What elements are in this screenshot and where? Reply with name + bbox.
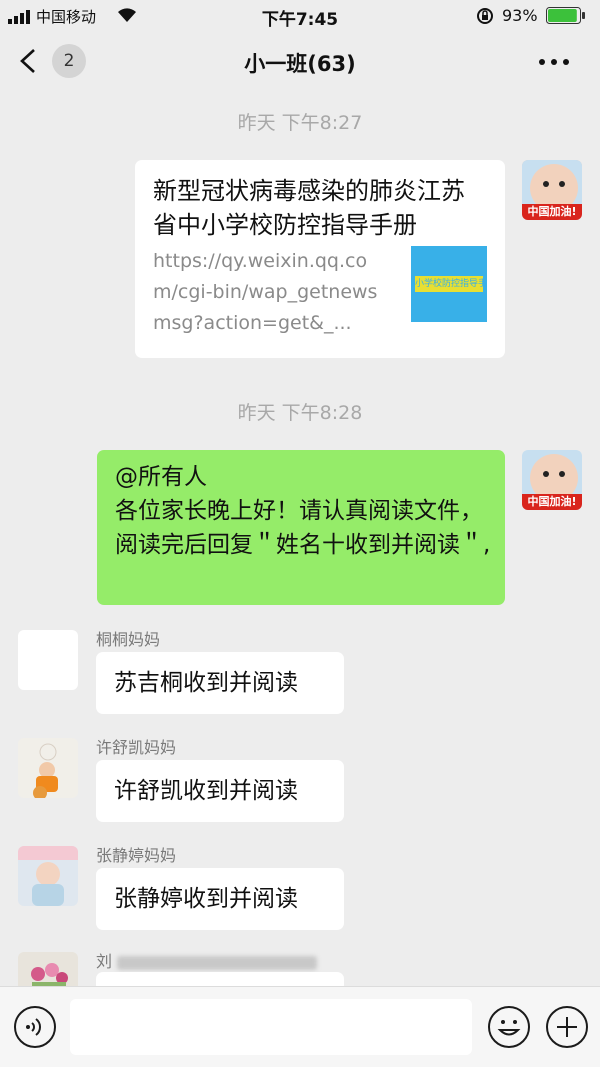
reply-text: 张静婷收到并阅读 <box>114 886 298 912</box>
avatar-caption: 中国加油! <box>527 495 577 508</box>
announcement-message[interactable]: @所有人 各位家长晚上好！请认真阅读文件，阅读完后回复＂姓名十收到并阅读＂, <box>97 450 505 605</box>
more-dots-icon <box>539 59 569 65</box>
battery-percent: 93% <box>502 6 538 25</box>
nav-bar: 2 小一班(63) <box>0 30 600 92</box>
message-input[interactable] <box>70 999 472 1055</box>
thumbnail-banner: 小学校防控指导手 <box>415 276 483 292</box>
avatar[interactable]: 中国加油! <box>522 450 582 510</box>
emoji-icon <box>497 1020 521 1036</box>
avatar[interactable]: 中国加油! <box>522 160 582 220</box>
link-card-thumbnail: 小学校防控指导手 <box>411 246 487 322</box>
input-bar <box>0 986 600 1067</box>
sender-name: 桐桐妈妈 <box>96 630 161 649</box>
message-timestamp: 昨天 下午8:28 <box>237 402 363 424</box>
link-card-title: 新型冠状病毒感染的肺炎江苏省中小学校防控指导手册 <box>153 177 465 239</box>
sender-name-blurred: 刘 <box>96 948 318 972</box>
plus-button[interactable] <box>546 1006 588 1048</box>
avatar[interactable] <box>18 630 78 690</box>
voice-button[interactable] <box>14 1006 56 1048</box>
battery-icon <box>546 7 585 24</box>
link-card-message[interactable]: 新型冠状病毒感染的肺炎江苏省中小学校防控指导手册 https://qy.weix… <box>135 160 505 358</box>
sender-name: 张静婷妈妈 <box>96 846 177 865</box>
voice-icon <box>26 1018 41 1036</box>
message-timestamp: 昨天 下午8:27 <box>237 112 363 134</box>
avatar[interactable] <box>18 738 78 798</box>
sender-name: 许舒凯妈妈 <box>96 738 177 757</box>
baby-photo-icon <box>18 846 78 906</box>
reply-message[interactable]: 张静婷收到并阅读 <box>96 868 344 930</box>
reply-message[interactable]: 苏吉桐收到并阅读 <box>96 652 344 714</box>
link-card-url: https://qy.weixin.qq.com/cgi-bin/wap_get… <box>153 250 378 334</box>
chat-title: 小一班(63) <box>244 52 356 76</box>
more-button[interactable] <box>530 52 578 72</box>
announcement-text: @所有人 各位家长晚上好！请认真阅读文件，阅读完后回复＂姓名十收到并阅读＂, <box>115 464 491 558</box>
plus-icon <box>557 1017 577 1037</box>
reply-text: 许舒凯收到并阅读 <box>114 778 298 804</box>
avatar[interactable] <box>18 846 78 906</box>
avatar-caption: 中国加油! <box>527 205 577 218</box>
status-bar: 中国移动 下午7:45 93% <box>0 0 600 30</box>
emoji-button[interactable] <box>488 1006 530 1048</box>
rotation-lock-icon <box>477 8 493 24</box>
reply-message[interactable]: 许舒凯收到并阅读 <box>96 760 344 822</box>
blurred-text <box>117 955 318 970</box>
child-photo-icon <box>18 738 78 798</box>
reply-text: 苏吉桐收到并阅读 <box>114 670 298 696</box>
